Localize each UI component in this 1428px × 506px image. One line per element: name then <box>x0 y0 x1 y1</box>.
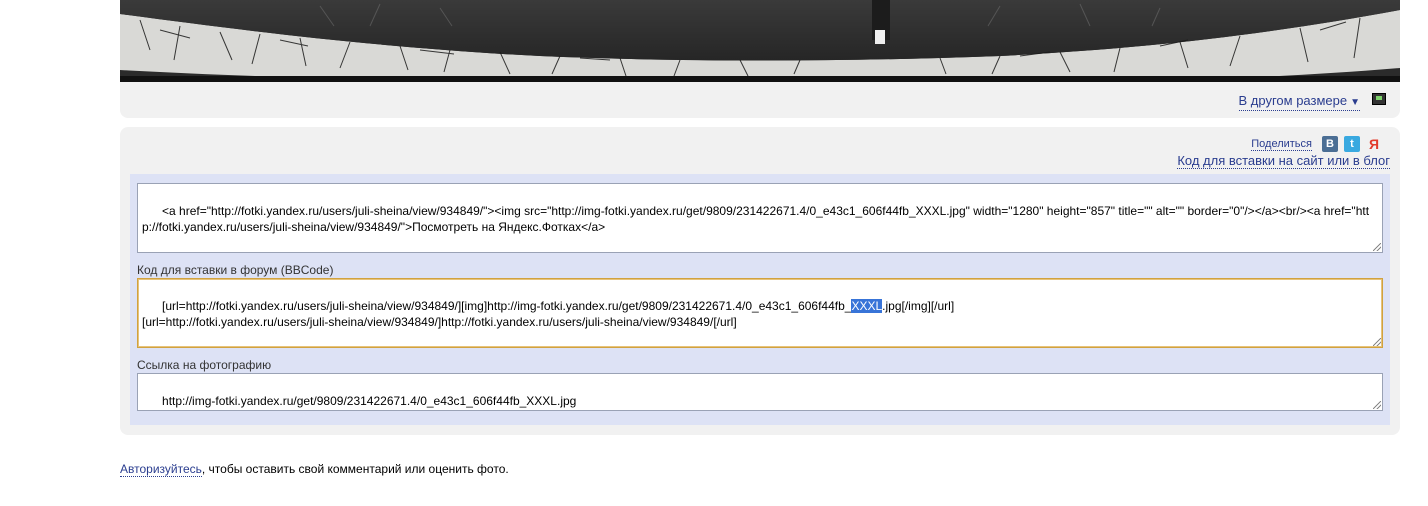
yandex-icon[interactable]: Я <box>1366 136 1382 152</box>
photo-link-label: Ссылка на фотографию <box>137 358 272 372</box>
fullscreen-icon[interactable] <box>1372 93 1386 105</box>
photo-link-textarea[interactable]: http://img-fotki.yandex.ru/get/9809/2314… <box>137 373 1383 411</box>
html-code-text: <a href="http://fotki.yandex.ru/users/ju… <box>142 204 1370 234</box>
resize-handle-icon[interactable] <box>1373 338 1381 346</box>
vk-icon[interactable]: B <box>1322 136 1338 152</box>
share-link[interactable]: Поделиться <box>1251 138 1312 151</box>
other-size-link[interactable]: В другом размере ▼ <box>1238 93 1360 111</box>
code-box: <a href="http://fotki.yandex.ru/users/ju… <box>130 174 1390 425</box>
resize-handle-icon[interactable] <box>1373 401 1381 409</box>
forum-code-text-before: [url=http://fotki.yandex.ru/users/juli-s… <box>162 299 852 313</box>
other-size-label: В другом размере <box>1238 93 1348 108</box>
twitter-icon[interactable]: t <box>1344 136 1360 152</box>
photo-link-text: http://img-fotki.yandex.ru/get/9809/2314… <box>162 394 577 408</box>
share-row: Поделиться B t Я <box>1251 135 1382 153</box>
auth-prompt: Авторизуйтесь, чтобы оставить свой комме… <box>120 462 509 477</box>
login-link[interactable]: Авторизуйтесь <box>120 462 202 477</box>
resize-handle-icon[interactable] <box>1373 243 1381 251</box>
photo-image[interactable] <box>120 0 1400 82</box>
auth-prompt-text: , чтобы оставить свой комментарий или оц… <box>201 462 509 476</box>
chevron-down-icon: ▼ <box>1350 97 1360 108</box>
embed-code-panel: Поделиться B t Я Код для вставки на сайт… <box>120 127 1400 435</box>
embed-site-link[interactable]: Код для вставки на сайт или в блог <box>1177 154 1390 169</box>
forum-code-textarea[interactable]: [url=http://fotki.yandex.ru/users/juli-s… <box>137 278 1383 348</box>
forum-code-label: Код для вставки в форум (BBCode) <box>137 263 334 277</box>
photo-size-bar: В другом размере ▼ <box>120 82 1400 118</box>
html-code-textarea[interactable]: <a href="http://fotki.yandex.ru/users/ju… <box>137 183 1383 253</box>
forum-code-selection: XXXL <box>851 299 883 313</box>
